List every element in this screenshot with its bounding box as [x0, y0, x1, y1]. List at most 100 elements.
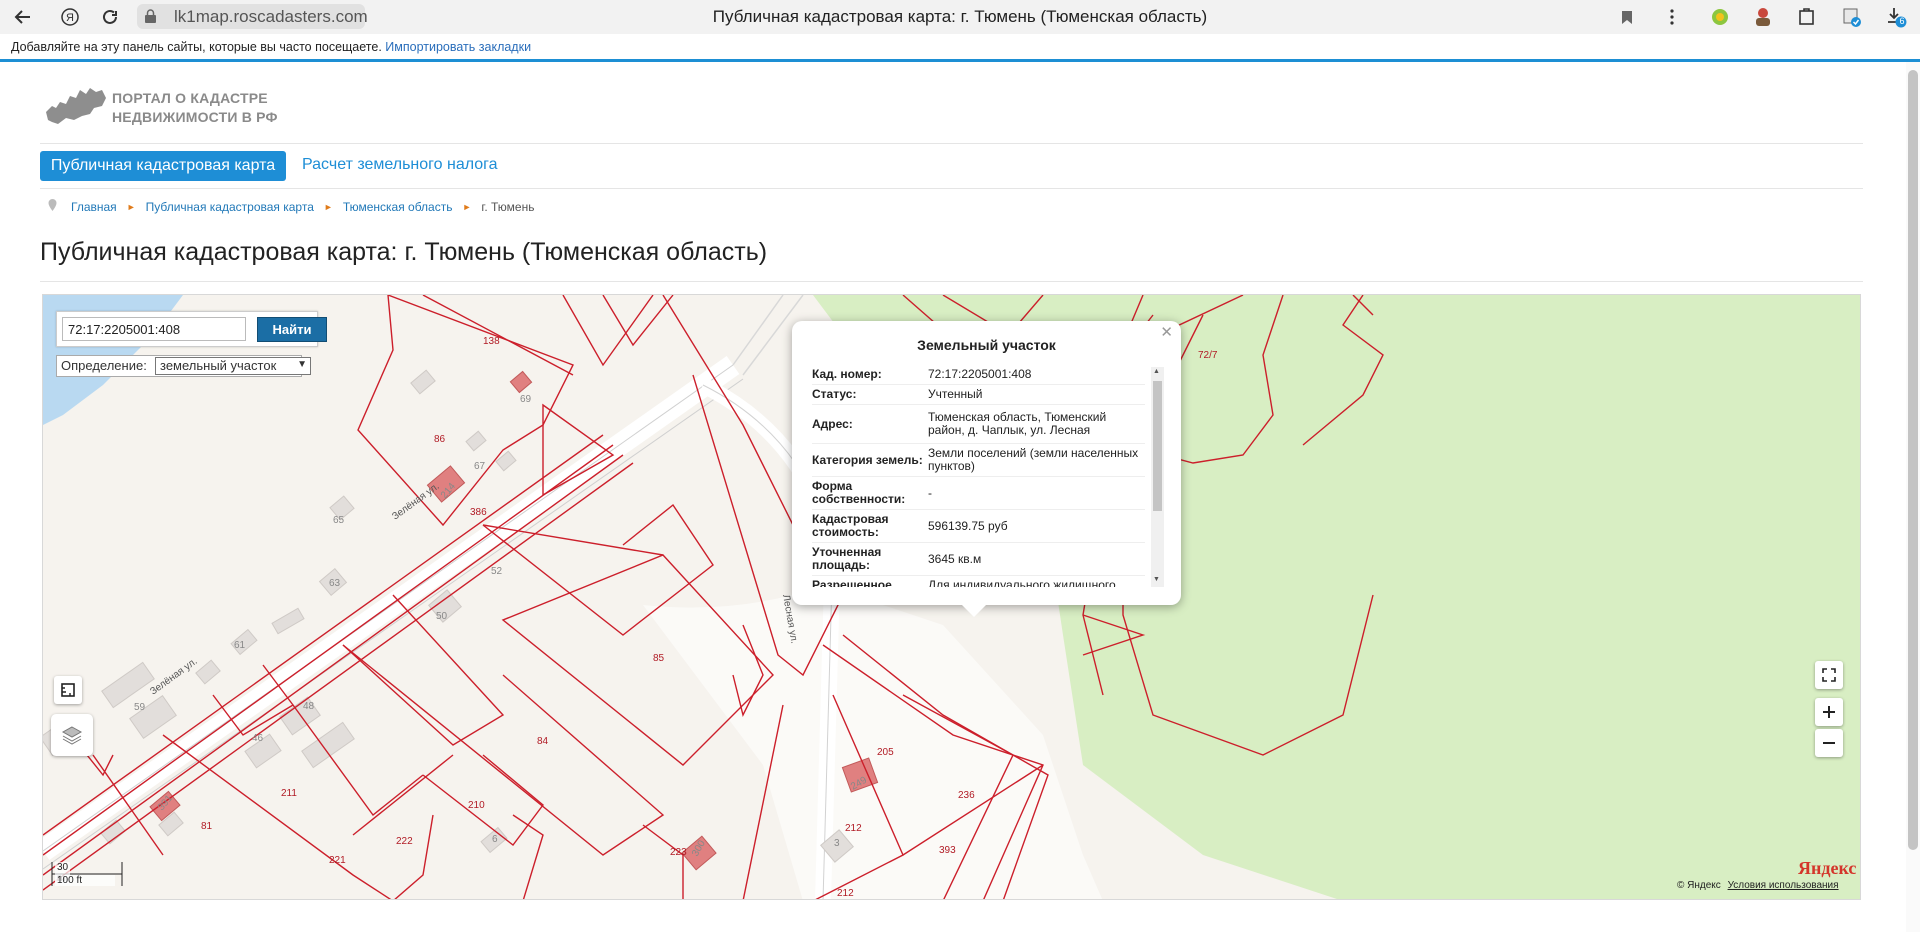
- parcel-number: 138: [483, 336, 500, 347]
- cadastral-search-panel: Найти: [56, 311, 327, 347]
- downloads-icon[interactable]: 6: [1886, 6, 1908, 28]
- bookmark-icon[interactable]: [1616, 6, 1638, 28]
- info-row: Уточненная площадь: 3645 кв.м: [812, 543, 1145, 576]
- breadcrumb-arrow-icon: ►: [462, 201, 472, 212]
- divider: [40, 281, 1863, 282]
- popup-pointer: [961, 604, 987, 617]
- extension-puzzle-icon[interactable]: [1796, 6, 1818, 28]
- parcel-info-popup: ✕ Земельный участок Кад. номер: 72:17:220…: [792, 321, 1181, 605]
- chevron-down-icon: ▼: [297, 359, 307, 370]
- ruler-icon[interactable]: [54, 676, 82, 704]
- yandex-logo: Яндекс: [1798, 858, 1857, 878]
- parcel-number: 393: [939, 845, 956, 856]
- downloads-badge: 6: [1899, 16, 1905, 26]
- russia-map-logo-icon[interactable]: [44, 84, 108, 133]
- parcel-number: 3: [834, 838, 840, 849]
- divider: [40, 188, 1863, 189]
- definition-panel: Определение: земельный участок ▼: [56, 355, 311, 377]
- parcel-number: 46: [252, 733, 264, 744]
- lock-icon: [144, 9, 157, 29]
- reload-icon[interactable]: [97, 4, 123, 30]
- breadcrumb-cadastral-map[interactable]: Публичная кадастровая карта: [146, 200, 314, 214]
- parcel-number: 212: [837, 888, 854, 899]
- fullscreen-icon[interactable]: [1815, 661, 1843, 689]
- definition-select[interactable]: земельный участок ▼: [155, 357, 311, 375]
- page-title: Публичная кадастровая карта: г. Тюмень (…: [40, 238, 768, 266]
- scroll-down-arrow-icon[interactable]: ▼: [1153, 576, 1160, 583]
- bookmarks-bar: Добавляйте на эту панель сайты, которые …: [0, 34, 1920, 60]
- back-icon[interactable]: [10, 4, 36, 30]
- zoom-in-button[interactable]: [1815, 698, 1843, 726]
- parcel-number: 221: [329, 855, 346, 866]
- breadcrumb-home[interactable]: Главная: [71, 200, 117, 214]
- zoom-out-button[interactable]: [1815, 729, 1843, 757]
- svg-text:Я: Я: [66, 12, 74, 24]
- layers-icon[interactable]: [51, 714, 93, 756]
- parcel-number: 205: [877, 747, 894, 758]
- parcel-number: 69: [520, 394, 532, 405]
- info-row: Категория земель: Земли поселений (земли …: [812, 444, 1145, 477]
- breadcrumb-current: г. Тюмень: [481, 199, 535, 214]
- parcel-number: 236: [958, 790, 975, 801]
- extension-shield-icon[interactable]: [1841, 6, 1863, 28]
- scale-feet: 100 ft: [55, 875, 115, 886]
- extension-person-icon[interactable]: [1752, 6, 1774, 28]
- breadcrumb-region[interactable]: Тюменская область: [343, 200, 453, 214]
- nav-cadastral-map[interactable]: Публичная кадастровая карта: [40, 151, 286, 181]
- scroll-up-arrow-icon[interactable]: ▲: [1153, 368, 1160, 375]
- import-bookmarks-link[interactable]: Импортировать закладки: [385, 40, 531, 54]
- street-label: Зелёная ул.: [390, 481, 441, 522]
- map-copyright: © Яндекс Условия использования: [1677, 880, 1839, 891]
- parcel-number: 386: [470, 507, 487, 518]
- parcel-number: 211: [281, 788, 297, 799]
- definition-label: Определение:: [61, 358, 147, 373]
- cadastral-map[interactable]: Зелёная ул. Зелёная ул. Лесная ул. 138 6…: [42, 294, 1861, 900]
- parcel-number: 67: [474, 461, 486, 472]
- parcel-number: 84: [537, 736, 549, 747]
- yandex-browser-icon[interactable]: Я: [57, 4, 83, 30]
- search-button[interactable]: Найти: [257, 317, 327, 342]
- parcel-number: 63: [329, 578, 341, 589]
- site-logo-text[interactable]: ПОРТАЛ О КАДАСТРЕ НЕДВИЖИМОСТИ В РФ: [112, 89, 278, 127]
- menu-dots-icon[interactable]: [1661, 6, 1683, 28]
- info-row: Форма собственности: -: [812, 477, 1145, 510]
- parcel-number: 85: [653, 653, 665, 664]
- parcel-number: 223: [670, 847, 687, 858]
- breadcrumb-arrow-icon: ►: [323, 201, 333, 212]
- extension-globe-icon[interactable]: [1709, 6, 1731, 28]
- parcel-info-table: Кад. номер: 72:17:2205001:408 Статус: Учте…: [812, 365, 1145, 587]
- parcel-number: 48: [303, 701, 315, 712]
- info-row: Кад. номер: 72:17:2205001:408: [812, 365, 1145, 385]
- browser-toolbar: Я lk1map.roscadasters.com Публичная када…: [0, 0, 1920, 34]
- popup-scrollbar-thumb[interactable]: [1153, 381, 1162, 511]
- popup-title: Земельный участок: [917, 337, 1056, 353]
- terms-link[interactable]: Условия использования: [1728, 880, 1839, 891]
- parcel-number: 86: [434, 434, 446, 445]
- address-text: lk1map.roscadasters.com: [174, 7, 368, 26]
- parcel-number: 6: [492, 834, 498, 845]
- street-label: Зелёная ул.: [148, 656, 199, 697]
- divider: [40, 143, 1863, 144]
- info-row: Разрешенное Для индивидуального жилищного: [812, 576, 1145, 588]
- cadastral-number-input[interactable]: [62, 317, 246, 341]
- tab-title: Публичная кадастровая карта: г. Тюмень (…: [712, 7, 1208, 26]
- info-row: Кадастровая стоимость: 596139.75 руб: [812, 510, 1145, 543]
- parcel-number: 59: [134, 702, 146, 713]
- map-pin-icon: [48, 199, 57, 214]
- info-row: Статус: Учтенный: [812, 385, 1145, 405]
- bookmarks-hint: Добавляйте на эту панель сайты, которые …: [11, 40, 382, 54]
- breadcrumb: Главная ► Публичная кадастровая карта ► …: [48, 199, 534, 214]
- parcel-number: 222: [396, 836, 413, 847]
- info-row: Адрес: Тюменская область, Тюменский район…: [812, 405, 1145, 444]
- page-scrollbar-thumb[interactable]: [1908, 70, 1918, 850]
- divider: [0, 59, 1920, 62]
- parcel-number: 65: [333, 515, 345, 526]
- parcel-number: 81: [201, 821, 213, 832]
- breadcrumb-arrow-icon: ►: [126, 201, 136, 212]
- parcel-number: 50: [436, 611, 448, 622]
- parcel-number: 52: [491, 566, 503, 577]
- nav-land-tax[interactable]: Расчет земельного налога: [302, 156, 498, 174]
- parcel-number: 72/7: [1198, 350, 1218, 361]
- parcel-number: 61: [234, 640, 246, 651]
- parcel-number: 210: [468, 800, 485, 811]
